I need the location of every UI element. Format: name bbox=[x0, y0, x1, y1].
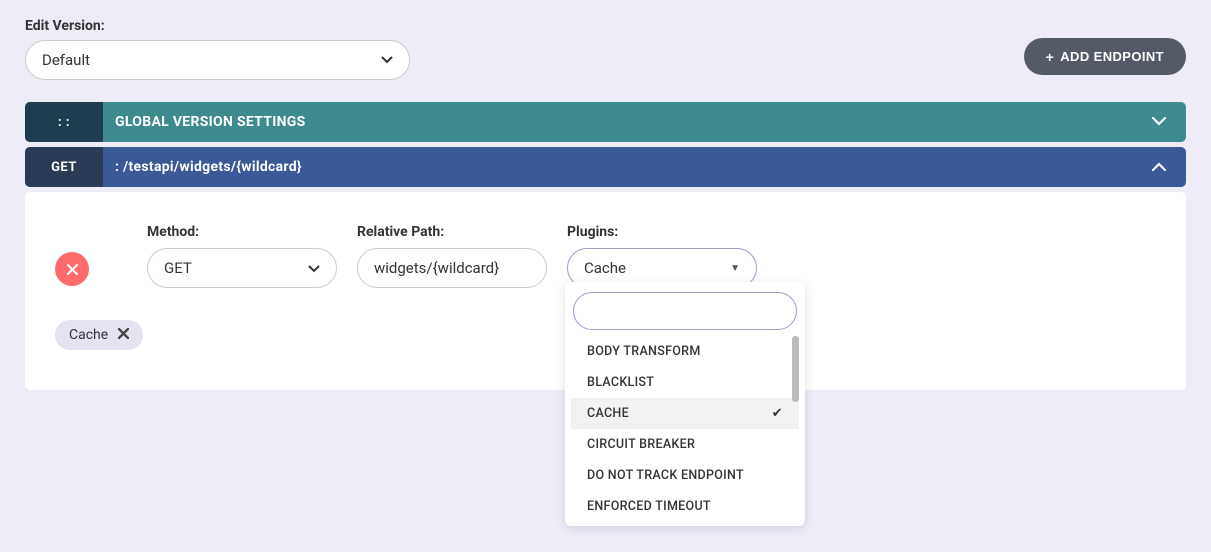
endpoint-bar-title: : /testapi/widgets/{wildcard} bbox=[103, 159, 1132, 175]
method-select[interactable]: GET bbox=[147, 248, 337, 288]
endpoint-bar[interactable]: GET : /testapi/widgets/{wildcard} bbox=[25, 147, 1186, 187]
relative-path-input[interactable]: widgets/{wildcard} bbox=[357, 248, 547, 288]
plugin-option-cache[interactable]: CACHE ✔ bbox=[571, 398, 799, 429]
plugin-chip-cache: Cache bbox=[55, 320, 143, 350]
method-select-value: GET bbox=[164, 259, 192, 277]
chevron-down-icon bbox=[308, 259, 320, 277]
plugins-dropdown: BODY TRANSFORM BLACKLIST CACHE ✔ CIRCUIT… bbox=[565, 282, 805, 526]
global-settings-bar[interactable]: : : GLOBAL VERSION SETTINGS bbox=[25, 102, 1186, 142]
plugins-dropdown-search[interactable] bbox=[573, 292, 797, 330]
edit-version-label: Edit Version: bbox=[25, 18, 410, 34]
global-bar-title: GLOBAL VERSION SETTINGS bbox=[103, 114, 1132, 130]
version-select-value: Default bbox=[42, 51, 90, 69]
add-endpoint-button[interactable]: + ADD ENDPOINT bbox=[1024, 38, 1186, 75]
check-icon: ✔ bbox=[772, 406, 783, 421]
add-endpoint-label: ADD ENDPOINT bbox=[1060, 49, 1164, 64]
close-icon bbox=[67, 264, 78, 275]
method-label: Method: bbox=[147, 224, 337, 240]
plugin-option-circuit-breaker[interactable]: CIRCUIT BREAKER bbox=[571, 429, 799, 460]
relative-path-value: widgets/{wildcard} bbox=[374, 259, 499, 277]
plugin-option-label: BODY TRANSFORM bbox=[587, 344, 701, 359]
plugin-chip-label: Cache bbox=[69, 327, 108, 343]
chip-remove-button[interactable] bbox=[118, 327, 129, 343]
plugin-option-body-transform[interactable]: BODY TRANSFORM bbox=[571, 336, 799, 367]
plugin-option-label: BLACKLIST bbox=[587, 375, 654, 390]
plugins-dropdown-list: BODY TRANSFORM BLACKLIST CACHE ✔ CIRCUIT… bbox=[571, 336, 799, 522]
plugins-select-value: Cache bbox=[584, 259, 626, 277]
path-label: Relative Path: bbox=[357, 224, 547, 240]
caret-down-icon: ▼ bbox=[730, 263, 740, 274]
plugin-option-label: ENFORCED TIMEOUT bbox=[587, 499, 711, 514]
chevron-down-icon bbox=[381, 52, 393, 68]
plugin-option-blacklist[interactable]: BLACKLIST bbox=[571, 367, 799, 398]
chevron-up-icon bbox=[1132, 159, 1186, 175]
version-select[interactable]: Default bbox=[25, 40, 410, 80]
plugin-option-label: CACHE bbox=[587, 406, 629, 421]
plugin-option-label: CIRCUIT BREAKER bbox=[587, 437, 695, 452]
global-bar-chip: : : bbox=[25, 102, 103, 142]
plugin-option-do-not-track[interactable]: DO NOT TRACK ENDPOINT bbox=[571, 460, 799, 491]
endpoint-bar-method: GET bbox=[25, 147, 103, 187]
plugin-option-label: DO NOT TRACK ENDPOINT bbox=[587, 468, 744, 483]
scrollbar[interactable] bbox=[792, 336, 799, 402]
delete-endpoint-button[interactable] bbox=[55, 252, 89, 286]
chevron-down-icon bbox=[1132, 114, 1186, 130]
plugin-option-enforced-timeout[interactable]: ENFORCED TIMEOUT bbox=[571, 491, 799, 522]
plugins-label: Plugins: bbox=[567, 224, 757, 240]
plus-icon: + bbox=[1046, 49, 1055, 65]
